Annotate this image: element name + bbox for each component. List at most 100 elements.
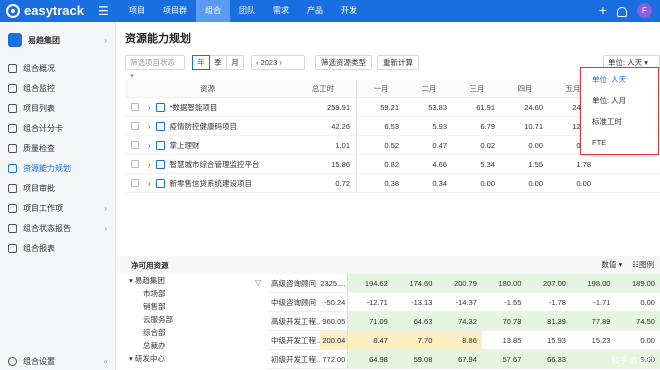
available-row: 高级咨询顾问 2325.... 194.62 174.60 200.79 180.00 20… [267,274,660,293]
expand-chevron-icon[interactable]: › [148,174,151,193]
expand-chevron-icon[interactable]: › [148,155,151,174]
status-filter-select[interactable]: 筛选项目状态 ▾ [125,55,185,80]
available-resources-panel: 净可用资源 数值 ▾ ☷图例 ▾ 易趋集团 市场部 销售部 云服务部 综合部 总裁办 ▾ 研发… [117,256,660,370]
unit-option[interactable]: 单位: 人天 [581,70,658,89]
top-nav-bar: easytrack ☰ 项目 项目群 组合 团队 需求 产品 开发 + F [0,0,660,22]
sidebar-item-label: 项目列表 [23,103,55,113]
add-icon[interactable]: + [599,3,607,18]
year-picker[interactable]: ‹ 2023 › [251,55,305,70]
month-value: 5.93 [432,122,447,131]
collapse-icon[interactable]: « [104,357,108,366]
seg-quarter[interactable]: 季 [209,55,227,70]
month-value: 6.79 [480,122,495,131]
project-icon [155,159,165,169]
month-value: 194.62 [348,274,393,292]
seg-year[interactable]: 年 [192,55,210,70]
tree-node[interactable]: ▾ 研发中心 [117,352,267,365]
available-row: 中级开发工程... 200.04 8.47 7.70 8.86 13.85 15.93 15.… [267,331,660,350]
filter-icon[interactable]: ▽ [255,278,261,287]
value-mode-select[interactable]: 数值 ▾ [601,256,622,274]
sidebar-item[interactable]: 项目审批 [0,178,115,198]
month-value: 0.52 [384,141,399,150]
sidebar-item[interactable]: 组合监控 [0,78,115,98]
seg-month[interactable]: 月 [226,55,244,70]
tree-label: 销售部 [143,302,166,311]
org-switcher[interactable]: 易趋集团 › [0,22,115,58]
sidebar-item[interactable]: 项目列表 [0,98,115,118]
month-value: -13.13 [411,298,433,307]
month-value: -14.37 [455,298,477,307]
sidebar-settings[interactable]: 组合设置 « [0,352,116,370]
tree-label: 总裁办 [143,341,166,350]
nav-item[interactable]: 需求 [264,0,298,22]
sidebar-item[interactable]: 资源能力规划 [0,158,115,178]
org-tree: ▾ 易趋集团 市场部销售部云服务部 综合部总裁办 ▾ 研发中心 [117,274,267,370]
sidebar-item[interactable]: 组合报表 [0,238,115,258]
expand-chevron-icon[interactable]: › [148,136,151,155]
row-checkbox[interactable] [131,103,139,111]
recalc-button[interactable]: 重新计算 [377,55,419,70]
sidebar-item[interactable]: 组合概况 [0,58,115,78]
watermark: 知乎 @易趋 [611,356,654,365]
org-icon [8,33,22,47]
nav-item[interactable]: 团队 [230,0,264,22]
tree-node[interactable]: 总裁办 [117,339,267,352]
nav-item[interactable]: 项目群 [154,0,196,22]
legend-toggle[interactable]: ☷图例 [632,256,654,274]
overview-icon [8,63,17,73]
role-name: 初级开发工程... [271,355,320,364]
total-hours: 259.91 [290,98,357,116]
row-checkbox[interactable] [131,122,139,130]
tree-node[interactable]: 综合部 [117,326,267,339]
tree-node[interactable]: 销售部 [117,300,267,313]
month-value: 7.70 [392,331,438,349]
sidebar-item[interactable]: 质量检查 [0,138,115,158]
sidebar-item[interactable]: 项目工作项 › [0,198,115,218]
period-segment: 年 季 月 [192,55,244,70]
total-hours: 42.26 [290,117,357,135]
brand-logo[interactable]: easytrack [6,3,84,18]
month-value: -1.71 [593,298,611,307]
nav-item[interactable]: 产品 [298,0,332,22]
sidebar-item[interactable]: 组合计分卡 [0,118,115,138]
bell-icon[interactable] [617,6,627,17]
unit-option[interactable]: 标准工时 [581,112,658,131]
role-total: 960.05 [320,312,349,330]
chart-icon [8,243,17,253]
available-grid: 高级咨询顾问 2325.... 194.62 174.60 200.79 180.00 20… [267,274,660,369]
row-checkbox[interactable] [131,179,139,187]
month-value: 8.47 [348,331,393,349]
filter-type-button[interactable]: 筛选资源类型 [315,55,372,70]
menu-icon[interactable]: ☰ [98,4,109,18]
page-title: 资源能力规划 [125,33,191,45]
month-value: 0.38 [384,179,399,188]
user-avatar[interactable]: F [637,3,652,18]
tree-node[interactable]: 市场部 [117,287,267,300]
month-value: 0.82 [384,160,399,169]
nav-item[interactable]: 组合 [196,0,230,22]
scorecard-icon [8,123,17,133]
sidebar-item-label: 组合监控 [23,83,55,93]
nav-item[interactable]: 项目 [120,0,154,22]
approve-icon [8,183,17,193]
row-checkbox[interactable] [131,141,139,149]
role-total: 2325.... [320,274,349,292]
month-value: 4.66 [432,160,447,169]
expand-chevron-icon[interactable]: › [148,117,151,136]
unit-option[interactable]: 单位: 人月 [581,91,658,110]
month-value: 71.09 [348,312,393,330]
tree-node[interactable]: 云服务部 [117,313,267,326]
resource-cell: › 智慧城市综合管理监控平台 [125,155,290,173]
main-content: 资源能力规划 筛选项目状态 ▾ 年 季 月 ‹ 2023 › 筛选资源类型 重新… [117,22,660,370]
expand-chevron-icon[interactable]: › [148,98,151,117]
month-value: 24.60 [524,103,543,112]
unit-option[interactable]: FTE [581,133,658,152]
role-total: 772.00 [320,350,349,368]
row-checkbox[interactable] [131,160,139,168]
workitem-icon [8,203,17,213]
nav-item[interactable]: 开发 [332,0,366,22]
tree-node[interactable]: ▾ 易趋集团 [117,274,267,287]
month-value: 81.39 [526,312,571,330]
month-value: 0.00 [528,141,543,150]
sidebar-item[interactable]: 组合状态报告 › [0,218,115,238]
